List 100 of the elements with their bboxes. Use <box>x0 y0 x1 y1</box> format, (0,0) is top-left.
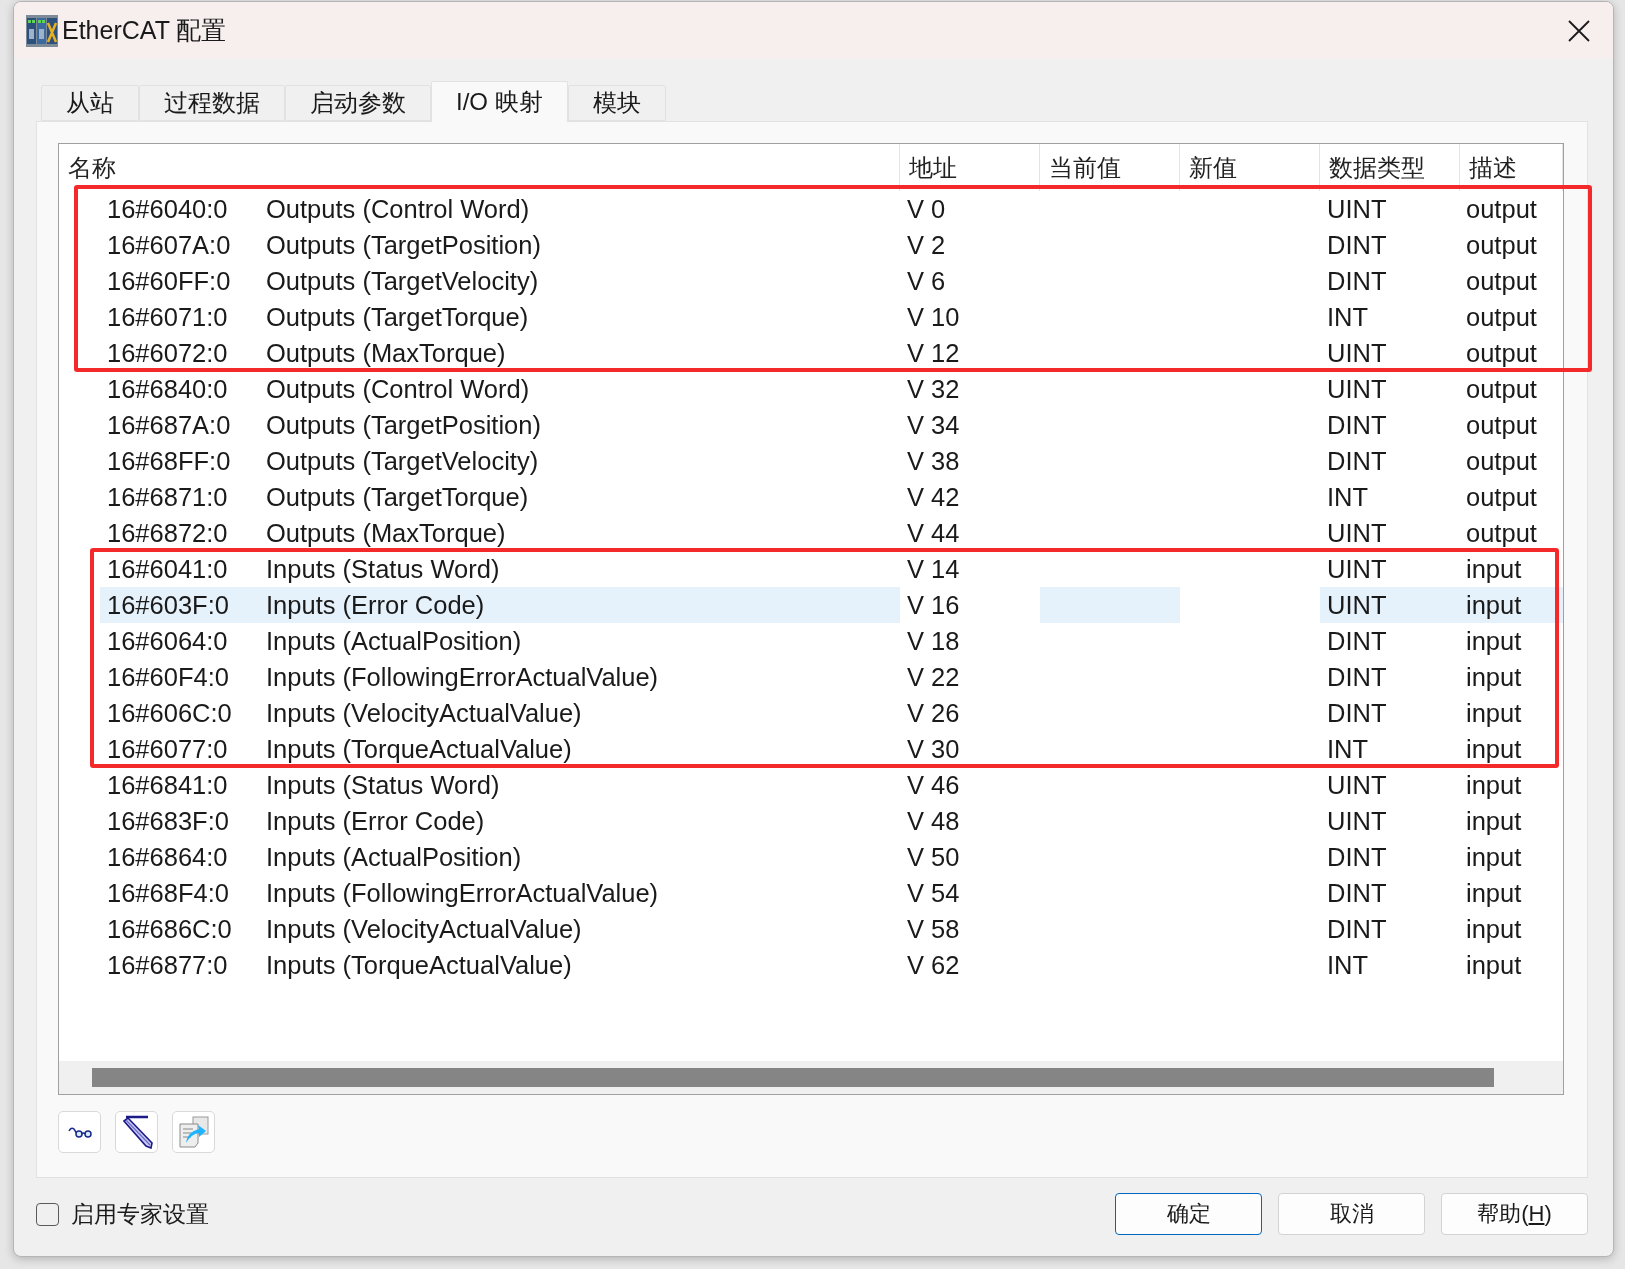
column-header[interactable]: 新值 <box>1180 144 1320 191</box>
table-cell-text: V 46 <box>906 770 961 801</box>
table-cell-text: DINT <box>1326 914 1388 945</box>
table-cell-text: input <box>1465 662 1523 693</box>
table-cell-text: 16#6064:0 <box>106 626 229 657</box>
table-cell-text: INT <box>1326 482 1370 513</box>
table-cell-text: output <box>1465 230 1538 261</box>
table-cell-text: Inputs (VelocityActualValue) <box>265 914 583 945</box>
table-cell-text: INT <box>1326 734 1370 765</box>
table-cell-text: 16#6040:0 <box>106 194 229 225</box>
table-cell-text: 16#607A:0 <box>106 230 232 261</box>
table-cell-text: DINT <box>1326 266 1388 297</box>
checkbox[interactable] <box>36 1202 59 1226</box>
table-cell-text: Inputs (FollowingErrorActualValue) <box>265 662 660 693</box>
table-cell-text: input <box>1465 698 1523 729</box>
table-cell-text: Outputs (Control Word) <box>265 194 531 225</box>
table-cell-text: output <box>1465 446 1538 477</box>
table-cell-text: V 32 <box>906 374 961 405</box>
table-cell-text: DINT <box>1326 230 1388 261</box>
table-cell-text: input <box>1465 626 1523 657</box>
table-cell-text: Inputs (Status Word) <box>265 554 501 585</box>
table-cell-text: 16#60FF:0 <box>106 266 232 297</box>
table-cell-text: V 44 <box>906 518 961 549</box>
table-cell-text: Inputs (Status Word) <box>265 770 501 801</box>
document-arrow-icon <box>177 1116 210 1148</box>
table-cell-text: Inputs (ActualPosition) <box>265 842 523 873</box>
table-cell-text: 16#6877:0 <box>106 950 229 981</box>
scrollbar-thumb[interactable] <box>92 1068 1494 1087</box>
table-cell-text: V 2 <box>906 230 947 261</box>
window-title: EtherCAT 配置 <box>62 15 227 46</box>
dialog-button[interactable]: 确定 <box>1115 1193 1262 1235</box>
table-cell-text: V 48 <box>906 806 961 837</box>
table-cell-text: 16#6840:0 <box>106 374 229 405</box>
table-cell-text: V 38 <box>906 446 961 477</box>
table-cell-text: input <box>1465 950 1523 981</box>
table-cell-text: 16#60F4:0 <box>106 662 230 693</box>
edit-button[interactable] <box>115 1111 158 1153</box>
table-cell-text: 16#6841:0 <box>106 770 229 801</box>
table-cell: UINT <box>1320 587 1460 623</box>
table-cell-text: output <box>1465 410 1538 441</box>
tab[interactable]: 过程数据 <box>139 85 285 121</box>
table-cell-text: V 42 <box>906 482 961 513</box>
table-cell-text: V 18 <box>906 626 961 657</box>
table-cell-text: UINT <box>1326 374 1388 405</box>
table-cell-text: output <box>1465 266 1538 297</box>
table-cell-text: V 30 <box>906 734 961 765</box>
table-cell-text: Outputs (TargetTorque) <box>265 482 530 513</box>
pencil-icon <box>120 1115 153 1149</box>
table-cell-text: V 34 <box>906 410 961 441</box>
table-cell-text: output <box>1465 194 1538 225</box>
column-header[interactable]: 数据类型 <box>1320 144 1460 191</box>
table-cell-text: 16#6864:0 <box>106 842 229 873</box>
table-cell-text: 16#6072:0 <box>106 338 229 369</box>
table-cell-text: V 14 <box>906 554 961 585</box>
table-cell-text: UINT <box>1326 806 1388 837</box>
horizontal-scrollbar[interactable] <box>59 1061 1563 1094</box>
table-cell-text: input <box>1465 770 1523 801</box>
table-cell-text: DINT <box>1326 446 1388 477</box>
table-cell-text: DINT <box>1326 626 1388 657</box>
table-cell-text: 16#6077:0 <box>106 734 229 765</box>
checkbox-label[interactable]: 启用专家设置 <box>71 1198 209 1230</box>
table-cell-text: output <box>1465 374 1538 405</box>
column-header[interactable]: 描述 <box>1460 144 1563 191</box>
tab[interactable]: 启动参数 <box>285 85 431 121</box>
table-cell-text: input <box>1465 914 1523 945</box>
table-cell-text: Inputs (ActualPosition) <box>265 626 523 657</box>
table-cell-text: Outputs (TargetVelocity) <box>265 446 540 477</box>
table-cell-text: DINT <box>1326 878 1388 909</box>
table-cell-text: Outputs (MaxTorque) <box>265 338 507 369</box>
column-header[interactable]: 地址 <box>900 144 1040 191</box>
table-cell-text: V 58 <box>906 914 961 945</box>
table-cell-text: V 22 <box>906 662 961 693</box>
column-header[interactable]: 名称 <box>59 144 900 191</box>
glasses-icon <box>67 1126 92 1138</box>
table-cell-text: 16#687A:0 <box>106 410 232 441</box>
dialog-button[interactable]: 帮助(H) <box>1441 1193 1588 1235</box>
table-cell-text: UINT <box>1326 770 1388 801</box>
table-cell-text: output <box>1465 302 1538 333</box>
close-icon <box>1568 19 1590 42</box>
table-cell-text: 16#6871:0 <box>106 482 229 513</box>
table-cell: input <box>1460 587 1563 623</box>
dialog-button[interactable]: 取消 <box>1278 1193 1425 1235</box>
column-header[interactable]: 当前值 <box>1040 144 1180 191</box>
table-cell-text: Outputs (Control Word) <box>265 374 531 405</box>
table-cell-text: V 54 <box>906 878 961 909</box>
table-cell-text: 16#6872:0 <box>106 518 229 549</box>
table-cell-text: input <box>1465 734 1523 765</box>
tab[interactable]: 模块 <box>567 85 666 121</box>
table-cell-text: input <box>1465 842 1523 873</box>
table-cell-text: Inputs (FollowingErrorActualValue) <box>265 878 660 909</box>
table-cell-text: 16#68FF:0 <box>106 446 232 477</box>
table-cell-text: 16#68F4:0 <box>106 878 230 909</box>
table-cell-text: UINT <box>1326 194 1388 225</box>
tab[interactable]: 从站 <box>41 85 139 121</box>
table-cell-text: V 26 <box>906 698 961 729</box>
tab[interactable]: I/O 映射 <box>431 81 568 122</box>
table-cell-text: 16#683F:0 <box>106 806 230 837</box>
table-cell-text: DINT <box>1326 410 1388 441</box>
view-button[interactable] <box>58 1111 101 1153</box>
table-cell-text: output <box>1465 518 1538 549</box>
